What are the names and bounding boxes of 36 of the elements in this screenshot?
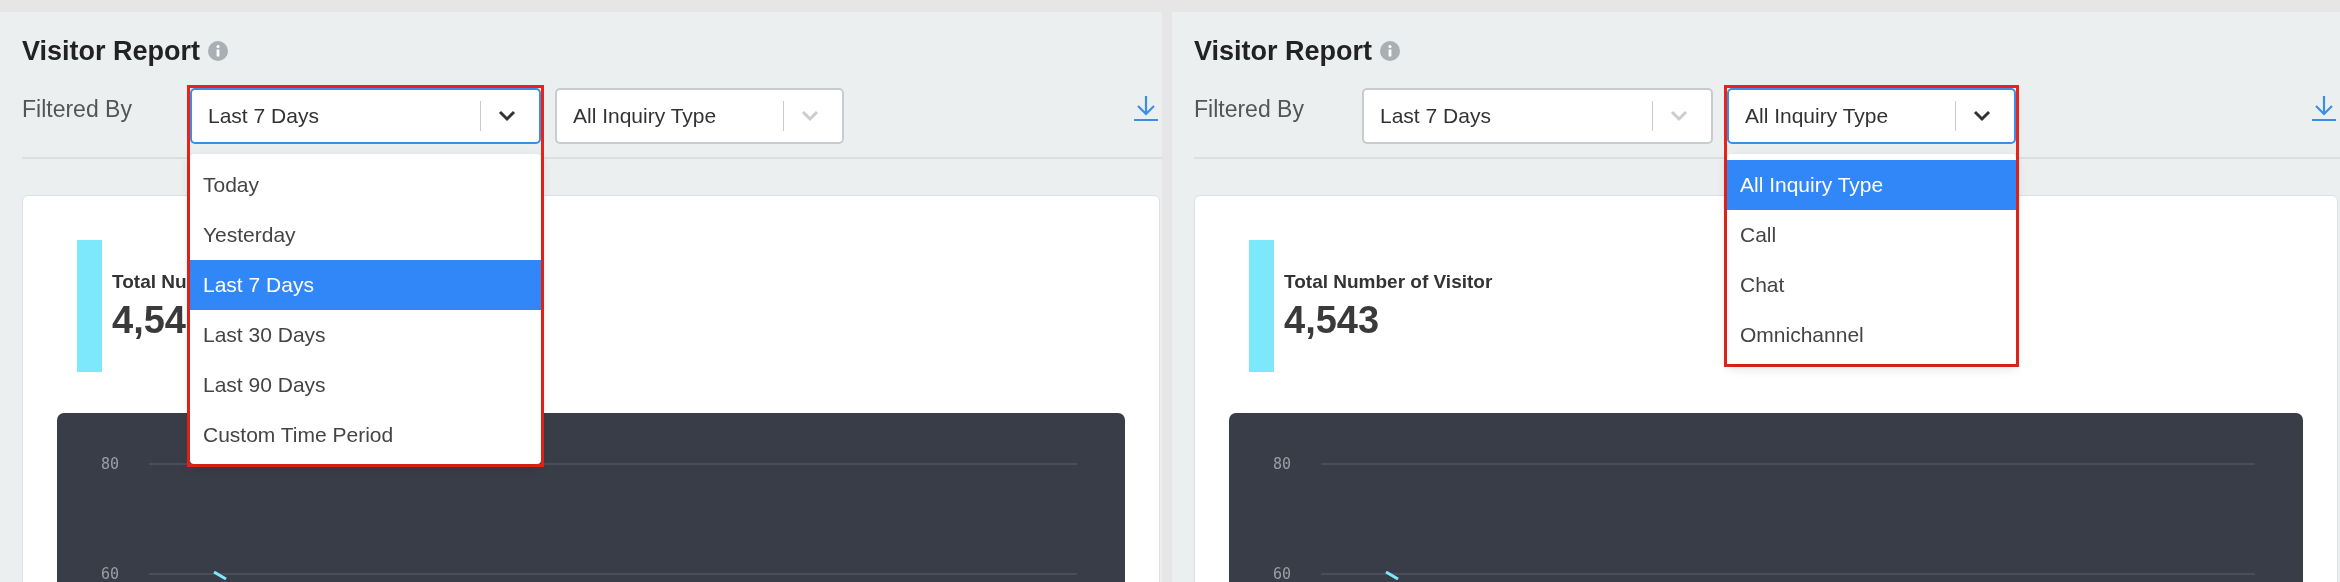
download-icon[interactable]: [2310, 94, 2338, 122]
chevron-down-icon: [497, 109, 517, 123]
chevron-down-icon: [800, 109, 820, 123]
dropdown-option[interactable]: Chat: [1727, 260, 2016, 310]
line-drawing: [213, 571, 227, 580]
dropdown-option[interactable]: Custom Time Period: [190, 410, 541, 460]
stat-label: Total Number of Visitor: [1284, 270, 1493, 293]
axis-label: 60: [1273, 565, 1293, 582]
dropdown-option[interactable]: Yesterday: [190, 210, 541, 260]
axis-label: 80: [1273, 455, 1293, 473]
dropdown-option[interactable]: All Inquiry Type: [1727, 160, 2016, 210]
chevron-down-icon: [1669, 109, 1689, 123]
stat-value: 4,54: [112, 298, 187, 342]
filter-select[interactable]: All Inquiry Type: [1727, 88, 2016, 144]
stat-value: 4,543: [1284, 298, 1381, 342]
dropdown-option[interactable]: Call: [1727, 210, 2016, 260]
info-icon: [208, 41, 229, 61]
filter-label: Filtered By: [1194, 96, 1305, 123]
dropdown-option[interactable]: Last 90 Days: [190, 360, 541, 410]
dropdown-option[interactable]: Today: [190, 160, 541, 210]
line-drawing: [1385, 571, 1399, 580]
dropdown-option[interactable]: Last 7 Days: [190, 260, 541, 310]
chevron-down-icon: [1972, 109, 1992, 123]
info-icon: [1380, 41, 1401, 61]
download-icon[interactable]: [1132, 94, 1160, 122]
axis-label: 60: [101, 565, 121, 582]
filter-select[interactable]: Last 7 Days: [1362, 88, 1713, 144]
dropdown-option[interactable]: Last 30 Days: [190, 310, 541, 360]
axis-label: 80: [101, 455, 121, 473]
stat-label: Total Nu: [112, 270, 187, 293]
dropdown-option[interactable]: Omnichannel: [1727, 310, 2016, 360]
report-title: Visitor Report: [1194, 35, 1373, 67]
filter-label: Filtered By: [22, 96, 133, 123]
report-title: Visitor Report: [22, 35, 201, 67]
filter-select[interactable]: Last 7 Days: [190, 88, 541, 144]
filter-select[interactable]: All Inquiry Type: [555, 88, 844, 144]
